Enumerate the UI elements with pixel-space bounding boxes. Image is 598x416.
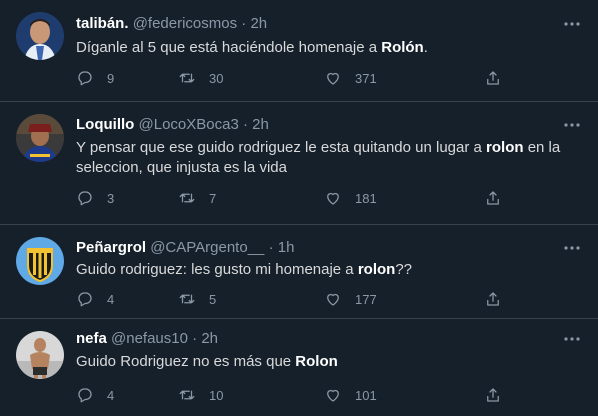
reply-icon	[78, 191, 92, 206]
share-icon	[487, 292, 499, 306]
highlighted-term: Rolon	[295, 353, 338, 370]
like-button[interactable]: 181	[324, 188, 377, 208]
retweet-count: 7	[209, 190, 217, 206]
avatar[interactable]	[16, 114, 64, 162]
reply-icon	[78, 292, 92, 307]
reply-count: 4	[107, 291, 115, 307]
like-button[interactable]: 371	[324, 68, 377, 88]
retweet-icon	[179, 193, 195, 203]
tweet-text: Y pensar que ese guido rodriguez le esta…	[76, 138, 572, 178]
share-button[interactable]	[484, 385, 515, 405]
reply-icon	[78, 71, 92, 86]
share-icon	[487, 71, 499, 85]
tweet-text: Díganle al 5 que está haciéndole homenaj…	[76, 38, 572, 58]
retweet-icon	[179, 294, 195, 304]
display-name[interactable]: Peñargrol	[76, 239, 146, 256]
tweet-feed: talibán. @federicosmos · 2h Díganle al 5…	[0, 0, 598, 416]
display-name[interactable]: nefa	[76, 330, 107, 347]
retweet-icon	[179, 73, 195, 83]
display-name[interactable]: talibán.	[76, 15, 129, 32]
tweet-actions: 3 7 181	[76, 188, 502, 208]
retweet-count: 5	[209, 291, 217, 307]
tweet-header: Peñargrol @CAPArgento__ · 1h	[76, 238, 294, 258]
tweet[interactable]: Peñargrol @CAPArgento__ · 1h Guido rodri…	[0, 225, 598, 319]
more-icon[interactable]	[562, 329, 582, 349]
retweet-button[interactable]: 5	[178, 289, 216, 309]
like-icon	[327, 293, 339, 306]
share-button[interactable]	[484, 188, 515, 208]
more-icon[interactable]	[562, 14, 582, 34]
tweet-text-part: Guido Rodriguez no es más que	[76, 353, 296, 370]
like-icon	[327, 192, 339, 205]
tweet[interactable]: Loquillo @LocoXBoca3 · 2h Y pensar que e…	[0, 102, 598, 225]
separator: ·	[192, 330, 198, 347]
share-icon	[487, 388, 499, 402]
avatar[interactable]	[16, 12, 64, 60]
highlighted-term: rolon	[357, 261, 396, 278]
like-button[interactable]: 101	[324, 385, 377, 405]
tweet-text-part: .	[423, 39, 428, 56]
avatar[interactable]	[16, 331, 64, 379]
like-count: 101	[355, 387, 377, 403]
tweet-text-part: Guido rodriguez: les gusto mi homenaje a	[76, 261, 358, 278]
timestamp[interactable]: 2h	[252, 116, 269, 133]
retweet-count: 30	[209, 70, 224, 86]
tweet-text-part: Y pensar que ese guido rodriguez le esta…	[76, 139, 487, 156]
like-icon	[327, 389, 339, 402]
share-button[interactable]	[484, 68, 515, 88]
like-count: 181	[355, 190, 377, 206]
tweet-header: talibán. @federicosmos · 2h	[76, 14, 267, 34]
avatar[interactable]	[16, 237, 64, 285]
reply-button[interactable]: 4	[76, 385, 114, 405]
user-handle[interactable]: @LocoXBoca3	[139, 116, 239, 133]
share-icon	[487, 191, 499, 205]
reply-count: 3	[107, 190, 115, 206]
separator: ·	[268, 239, 274, 256]
highlighted-term: Rolón	[381, 39, 424, 56]
user-handle[interactable]: @nefaus10	[111, 330, 188, 347]
retweet-button[interactable]: 30	[178, 68, 223, 88]
tweet-text: Guido Rodriguez no es más que Rolon	[76, 352, 572, 372]
tweet-text: Guido rodriguez: les gusto mi homenaje a…	[76, 260, 572, 280]
like-count: 177	[355, 291, 377, 307]
separator: ·	[242, 116, 248, 133]
like-icon	[327, 72, 339, 85]
tweet-actions: 4 5 177	[76, 289, 502, 309]
tweet[interactable]: nefa @nefaus10 · 2h Guido Rodriguez no e…	[0, 319, 598, 416]
timestamp[interactable]: 2h	[250, 15, 267, 32]
reply-button[interactable]: 9	[76, 68, 114, 88]
retweet-button[interactable]: 10	[178, 385, 223, 405]
like-count: 371	[355, 70, 377, 86]
reply-button[interactable]: 4	[76, 289, 114, 309]
display-name[interactable]: Loquillo	[76, 116, 134, 133]
highlighted-term: rolon	[486, 139, 524, 156]
user-handle[interactable]: @federicosmos	[133, 15, 237, 32]
separator: ·	[241, 15, 247, 32]
timestamp[interactable]: 1h	[278, 239, 295, 256]
tweet-header: Loquillo @LocoXBoca3 · 2h	[76, 115, 269, 135]
tweet-text-part: Díganle al 5 que está haciéndole homenaj…	[76, 39, 382, 56]
reply-button[interactable]: 3	[76, 188, 114, 208]
timestamp[interactable]: 2h	[201, 330, 218, 347]
tweet[interactable]: talibán. @federicosmos · 2h Díganle al 5…	[0, 0, 598, 102]
like-button[interactable]: 177	[324, 289, 377, 309]
user-handle[interactable]: @CAPArgento__	[150, 239, 264, 256]
more-icon[interactable]	[562, 115, 582, 135]
retweet-count: 10	[209, 387, 224, 403]
retweet-button[interactable]: 7	[178, 188, 216, 208]
retweet-icon	[179, 390, 195, 400]
reply-count: 4	[107, 387, 115, 403]
tweet-actions: 4 10 101	[76, 385, 502, 405]
tweet-text-part: ??	[395, 261, 413, 278]
more-icon[interactable]	[562, 238, 582, 258]
tweet-header: nefa @nefaus10 · 2h	[76, 329, 218, 349]
share-button[interactable]	[484, 289, 515, 309]
reply-icon	[78, 388, 92, 403]
reply-count: 9	[107, 70, 115, 86]
tweet-actions: 9 30 371	[76, 68, 502, 88]
